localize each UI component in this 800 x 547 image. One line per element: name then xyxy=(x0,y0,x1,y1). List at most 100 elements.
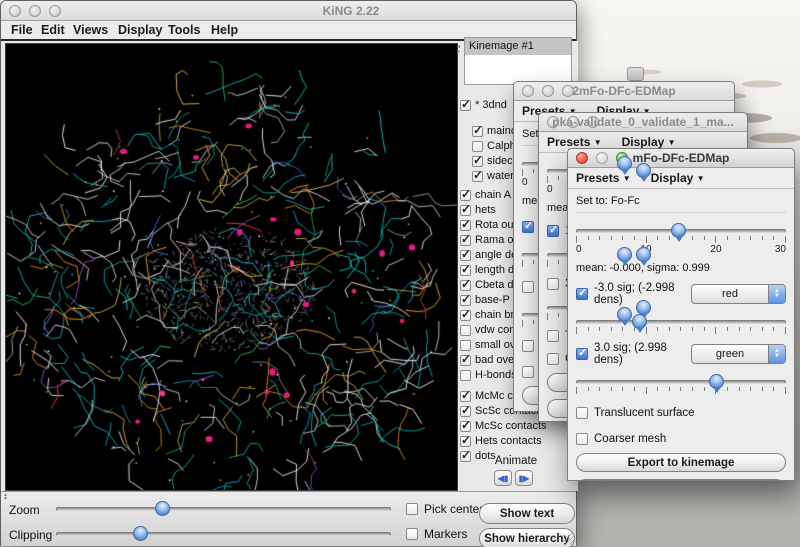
tree-checkbox[interactable]: ✓ xyxy=(460,280,471,291)
tree-checkbox[interactable]: ✓ xyxy=(460,406,471,417)
slider-thumb[interactable] xyxy=(671,223,686,238)
minimize-button[interactable] xyxy=(29,5,41,17)
color-select[interactable]: red▲▼ xyxy=(691,284,786,304)
menu-help[interactable]: Help xyxy=(211,23,238,37)
zoom-button[interactable] xyxy=(587,116,599,128)
menu-edit[interactable]: Edit xyxy=(41,23,65,37)
molecule-viewport[interactable] xyxy=(5,43,458,491)
contour-level-slider[interactable]: 0102030 xyxy=(576,229,786,255)
clipping-slider[interactable] xyxy=(56,532,391,536)
tree-checkbox[interactable]: ✓ xyxy=(472,126,483,137)
zoom-slider[interactable] xyxy=(56,507,391,511)
sigma-slider[interactable] xyxy=(576,320,786,334)
slider-thumb[interactable] xyxy=(636,247,651,262)
slider-thumb[interactable] xyxy=(636,163,651,178)
tree-checkbox[interactable]: ✓ xyxy=(460,391,471,402)
window-titlebar[interactable]: 2mFo-DFc-EDMap xyxy=(514,82,734,101)
tree-checkbox[interactable]: ✓ xyxy=(460,220,471,231)
close-button[interactable] xyxy=(9,5,21,17)
contour-checkbox[interactable]: ✓ xyxy=(576,348,588,360)
tick-mark xyxy=(522,260,523,267)
minimize-button[interactable] xyxy=(567,116,579,128)
translucent-surface-checkbox[interactable] xyxy=(576,407,588,419)
pick-center-checkbox[interactable] xyxy=(406,503,418,515)
tree-checkbox[interactable]: ✓ xyxy=(460,265,471,276)
tree-checkbox[interactable]: ✓ xyxy=(460,295,471,306)
close-button[interactable] xyxy=(576,152,588,164)
kinemage-list-item[interactable]: Kinemage #1 xyxy=(465,38,571,55)
tree-checkbox[interactable]: ✓ xyxy=(460,205,471,216)
tree-checkbox[interactable] xyxy=(460,370,471,381)
tree-checkbox[interactable]: ✓ xyxy=(472,171,483,182)
sigma-slider[interactable] xyxy=(576,380,786,394)
tree-checkbox[interactable]: ✓ xyxy=(472,156,483,167)
zoom-button[interactable] xyxy=(49,5,61,17)
contour-checkbox[interactable]: ✓ xyxy=(547,225,559,237)
slider-track[interactable] xyxy=(576,380,786,384)
tree-checkbox[interactable]: ✓ xyxy=(460,190,471,201)
close-button[interactable] xyxy=(522,85,534,97)
contour-checkbox[interactable] xyxy=(547,278,559,290)
discard-this-map-button[interactable]: Discard this map xyxy=(576,479,786,481)
show-text-button[interactable]: Show text xyxy=(479,503,575,524)
tree-checkbox[interactable]: ✓ xyxy=(460,100,471,111)
clipping-slider-thumb[interactable] xyxy=(133,526,148,541)
contour-checkbox[interactable]: ✓ xyxy=(522,221,534,233)
zoom-slider-track[interactable] xyxy=(56,507,391,511)
tree-checkbox[interactable]: ✓ xyxy=(460,421,471,432)
slider-thumb[interactable] xyxy=(636,300,651,315)
minimize-button[interactable] xyxy=(542,85,554,97)
menu-file[interactable]: File xyxy=(11,23,33,37)
king-main-window: KiNG 2.22 FileEditViewsDisplayToolsHelp … xyxy=(0,0,577,546)
color-select[interactable]: green▲▼ xyxy=(691,344,786,364)
zoom-slider-thumb[interactable] xyxy=(155,501,170,516)
coarser-mesh-checkbox[interactable] xyxy=(576,433,588,445)
menu-display[interactable]: Display xyxy=(118,23,162,37)
contour-checkbox[interactable]: ✓ xyxy=(576,288,588,300)
tick-mark xyxy=(727,236,728,240)
slider-thumb[interactable] xyxy=(617,247,632,262)
window-titlebar[interactable]: pka-validate_0_validate_1_ma... xyxy=(539,113,747,132)
menu-tools[interactable]: Tools xyxy=(168,23,200,37)
kinemage-listbox[interactable]: Kinemage #1 xyxy=(464,37,572,85)
animate-next-button[interactable]: ▮▶ xyxy=(515,470,533,486)
tree-checkbox[interactable] xyxy=(460,340,471,351)
animate-prev-button[interactable]: ◀▮ xyxy=(494,470,512,486)
tree-checkbox[interactable] xyxy=(472,141,483,152)
contour-checkbox[interactable] xyxy=(522,281,534,293)
tree-checkbox[interactable]: ✓ xyxy=(460,235,471,246)
tree-checkbox[interactable]: ✓ xyxy=(460,250,471,261)
markers-checkbox[interactable] xyxy=(406,528,418,540)
coarser-mesh-checkbox[interactable] xyxy=(547,353,559,365)
splitter-arrows-icon[interactable]: ◂▸ xyxy=(457,45,460,55)
minimize-button[interactable] xyxy=(596,152,608,164)
slider-track[interactable] xyxy=(576,320,786,324)
close-button[interactable] xyxy=(547,116,559,128)
tick-mark xyxy=(762,327,763,331)
menu-display[interactable]: Display ▼ xyxy=(622,135,676,149)
slider-thumb[interactable] xyxy=(617,156,632,171)
tree-checkbox[interactable] xyxy=(460,325,471,336)
translucent-surface-checkbox[interactable] xyxy=(522,340,534,352)
menu-display[interactable]: Display ▼ xyxy=(651,171,705,185)
chevron-down-icon: ▼ xyxy=(594,138,602,147)
coarser-mesh-checkbox[interactable] xyxy=(522,366,534,378)
menu-presets[interactable]: Presets ▼ xyxy=(547,135,602,149)
slider-thumb[interactable] xyxy=(617,307,632,322)
tree-checkbox[interactable]: ✓ xyxy=(460,436,471,447)
slider-thumb[interactable] xyxy=(709,374,724,389)
tree-checkbox[interactable]: ✓ xyxy=(460,310,471,321)
clipping-slider-track[interactable] xyxy=(56,532,391,536)
resize-grip[interactable] xyxy=(563,533,574,544)
translucent-surface-checkbox[interactable] xyxy=(547,330,559,342)
tree-checkbox[interactable]: ✓ xyxy=(460,355,471,366)
molecule-canvas[interactable] xyxy=(6,44,457,490)
king-titlebar[interactable]: KiNG 2.22 xyxy=(1,1,576,21)
window-titlebar[interactable]: mFo-DFc-EDMap xyxy=(568,149,794,168)
slider-thumb[interactable] xyxy=(632,314,647,329)
export-to-kinemage-button[interactable]: Export to kinemage xyxy=(576,453,786,472)
zoom-button[interactable] xyxy=(562,85,574,97)
show-hierarchy-button[interactable]: Show hierarchy xyxy=(479,528,575,547)
menu-views[interactable]: Views xyxy=(73,23,108,37)
tick-mark xyxy=(739,387,740,391)
